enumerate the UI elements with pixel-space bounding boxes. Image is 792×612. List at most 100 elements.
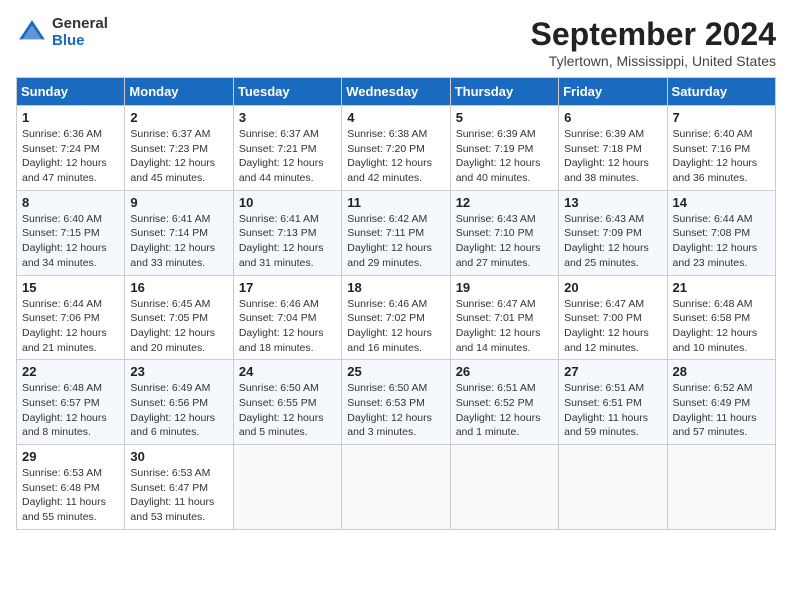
day-info: Sunrise: 6:47 AM Sunset: 7:01 PM Dayligh…: [456, 297, 553, 356]
day-number: 28: [673, 364, 770, 379]
calendar-cell: 18 Sunrise: 6:46 AM Sunset: 7:02 PM Dayl…: [342, 275, 450, 360]
day-info: Sunrise: 6:39 AM Sunset: 7:19 PM Dayligh…: [456, 127, 553, 186]
day-number: 20: [564, 280, 661, 295]
day-number: 10: [239, 195, 336, 210]
day-info: Sunrise: 6:39 AM Sunset: 7:18 PM Dayligh…: [564, 127, 661, 186]
calendar-cell: 13 Sunrise: 6:43 AM Sunset: 7:09 PM Dayl…: [559, 190, 667, 275]
logo: General Blue: [16, 16, 108, 49]
day-info: Sunrise: 6:52 AM Sunset: 6:49 PM Dayligh…: [673, 381, 770, 440]
calendar: SundayMondayTuesdayWednesdayThursdayFrid…: [16, 77, 776, 530]
day-info: Sunrise: 6:43 AM Sunset: 7:10 PM Dayligh…: [456, 212, 553, 271]
day-info: Sunrise: 6:36 AM Sunset: 7:24 PM Dayligh…: [22, 127, 119, 186]
day-number: 1: [22, 110, 119, 125]
logo-blue: Blue: [52, 33, 108, 50]
calendar-cell: 12 Sunrise: 6:43 AM Sunset: 7:10 PM Dayl…: [450, 190, 558, 275]
day-info: Sunrise: 6:45 AM Sunset: 7:05 PM Dayligh…: [130, 297, 227, 356]
day-number: 8: [22, 195, 119, 210]
calendar-body: 1 Sunrise: 6:36 AM Sunset: 7:24 PM Dayli…: [17, 106, 776, 530]
day-number: 14: [673, 195, 770, 210]
day-info: Sunrise: 6:50 AM Sunset: 6:53 PM Dayligh…: [347, 381, 444, 440]
day-number: 30: [130, 449, 227, 464]
calendar-cell: 3 Sunrise: 6:37 AM Sunset: 7:21 PM Dayli…: [233, 106, 341, 191]
calendar-cell: 17 Sunrise: 6:46 AM Sunset: 7:04 PM Dayl…: [233, 275, 341, 360]
day-number: 29: [22, 449, 119, 464]
day-number: 19: [456, 280, 553, 295]
calendar-cell: 6 Sunrise: 6:39 AM Sunset: 7:18 PM Dayli…: [559, 106, 667, 191]
day-number: 7: [673, 110, 770, 125]
week-row-3: 15 Sunrise: 6:44 AM Sunset: 7:06 PM Dayl…: [17, 275, 776, 360]
header-saturday: Saturday: [667, 78, 775, 106]
calendar-cell: 23 Sunrise: 6:49 AM Sunset: 6:56 PM Dayl…: [125, 360, 233, 445]
calendar-cell: [559, 445, 667, 530]
calendar-cell: 1 Sunrise: 6:36 AM Sunset: 7:24 PM Dayli…: [17, 106, 125, 191]
calendar-cell: [342, 445, 450, 530]
calendar-cell: 4 Sunrise: 6:38 AM Sunset: 7:20 PM Dayli…: [342, 106, 450, 191]
header-monday: Monday: [125, 78, 233, 106]
day-number: 27: [564, 364, 661, 379]
header-row: SundayMondayTuesdayWednesdayThursdayFrid…: [17, 78, 776, 106]
calendar-cell: 8 Sunrise: 6:40 AM Sunset: 7:15 PM Dayli…: [17, 190, 125, 275]
calendar-cell: 22 Sunrise: 6:48 AM Sunset: 6:57 PM Dayl…: [17, 360, 125, 445]
header-thursday: Thursday: [450, 78, 558, 106]
day-info: Sunrise: 6:40 AM Sunset: 7:15 PM Dayligh…: [22, 212, 119, 271]
day-info: Sunrise: 6:46 AM Sunset: 7:02 PM Dayligh…: [347, 297, 444, 356]
day-info: Sunrise: 6:43 AM Sunset: 7:09 PM Dayligh…: [564, 212, 661, 271]
day-number: 16: [130, 280, 227, 295]
logo-text: General Blue: [52, 16, 108, 49]
calendar-cell: 2 Sunrise: 6:37 AM Sunset: 7:23 PM Dayli…: [125, 106, 233, 191]
day-number: 22: [22, 364, 119, 379]
day-number: 13: [564, 195, 661, 210]
day-number: 4: [347, 110, 444, 125]
week-row-4: 22 Sunrise: 6:48 AM Sunset: 6:57 PM Dayl…: [17, 360, 776, 445]
day-info: Sunrise: 6:50 AM Sunset: 6:55 PM Dayligh…: [239, 381, 336, 440]
day-info: Sunrise: 6:48 AM Sunset: 6:57 PM Dayligh…: [22, 381, 119, 440]
day-info: Sunrise: 6:53 AM Sunset: 6:47 PM Dayligh…: [130, 466, 227, 525]
calendar-cell: 15 Sunrise: 6:44 AM Sunset: 7:06 PM Dayl…: [17, 275, 125, 360]
month-title: September 2024: [531, 16, 776, 53]
day-info: Sunrise: 6:38 AM Sunset: 7:20 PM Dayligh…: [347, 127, 444, 186]
day-number: 9: [130, 195, 227, 210]
day-number: 6: [564, 110, 661, 125]
day-info: Sunrise: 6:48 AM Sunset: 6:58 PM Dayligh…: [673, 297, 770, 356]
calendar-cell: [450, 445, 558, 530]
day-info: Sunrise: 6:51 AM Sunset: 6:51 PM Dayligh…: [564, 381, 661, 440]
day-number: 23: [130, 364, 227, 379]
header-wednesday: Wednesday: [342, 78, 450, 106]
day-info: Sunrise: 6:42 AM Sunset: 7:11 PM Dayligh…: [347, 212, 444, 271]
day-info: Sunrise: 6:46 AM Sunset: 7:04 PM Dayligh…: [239, 297, 336, 356]
calendar-header: SundayMondayTuesdayWednesdayThursdayFrid…: [17, 78, 776, 106]
day-info: Sunrise: 6:49 AM Sunset: 6:56 PM Dayligh…: [130, 381, 227, 440]
day-number: 2: [130, 110, 227, 125]
day-number: 25: [347, 364, 444, 379]
calendar-cell: 24 Sunrise: 6:50 AM Sunset: 6:55 PM Dayl…: [233, 360, 341, 445]
calendar-cell: 19 Sunrise: 6:47 AM Sunset: 7:01 PM Dayl…: [450, 275, 558, 360]
header-sunday: Sunday: [17, 78, 125, 106]
calendar-cell: 11 Sunrise: 6:42 AM Sunset: 7:11 PM Dayl…: [342, 190, 450, 275]
calendar-cell: 30 Sunrise: 6:53 AM Sunset: 6:47 PM Dayl…: [125, 445, 233, 530]
day-number: 11: [347, 195, 444, 210]
calendar-cell: 29 Sunrise: 6:53 AM Sunset: 6:48 PM Dayl…: [17, 445, 125, 530]
day-info: Sunrise: 6:41 AM Sunset: 7:13 PM Dayligh…: [239, 212, 336, 271]
day-info: Sunrise: 6:44 AM Sunset: 7:06 PM Dayligh…: [22, 297, 119, 356]
calendar-cell: 27 Sunrise: 6:51 AM Sunset: 6:51 PM Dayl…: [559, 360, 667, 445]
header-tuesday: Tuesday: [233, 78, 341, 106]
calendar-cell: 28 Sunrise: 6:52 AM Sunset: 6:49 PM Dayl…: [667, 360, 775, 445]
day-info: Sunrise: 6:37 AM Sunset: 7:23 PM Dayligh…: [130, 127, 227, 186]
day-number: 26: [456, 364, 553, 379]
day-number: 15: [22, 280, 119, 295]
day-number: 18: [347, 280, 444, 295]
logo-icon: [16, 17, 48, 49]
calendar-cell: [667, 445, 775, 530]
calendar-cell: 26 Sunrise: 6:51 AM Sunset: 6:52 PM Dayl…: [450, 360, 558, 445]
day-number: 12: [456, 195, 553, 210]
logo-general: General: [52, 16, 108, 33]
title-block: September 2024 Tylertown, Mississippi, U…: [531, 16, 776, 69]
day-info: Sunrise: 6:41 AM Sunset: 7:14 PM Dayligh…: [130, 212, 227, 271]
location: Tylertown, Mississippi, United States: [531, 53, 776, 69]
week-row-1: 1 Sunrise: 6:36 AM Sunset: 7:24 PM Dayli…: [17, 106, 776, 191]
calendar-cell: 16 Sunrise: 6:45 AM Sunset: 7:05 PM Dayl…: [125, 275, 233, 360]
day-number: 5: [456, 110, 553, 125]
calendar-cell: 10 Sunrise: 6:41 AM Sunset: 7:13 PM Dayl…: [233, 190, 341, 275]
calendar-cell: 7 Sunrise: 6:40 AM Sunset: 7:16 PM Dayli…: [667, 106, 775, 191]
day-info: Sunrise: 6:40 AM Sunset: 7:16 PM Dayligh…: [673, 127, 770, 186]
